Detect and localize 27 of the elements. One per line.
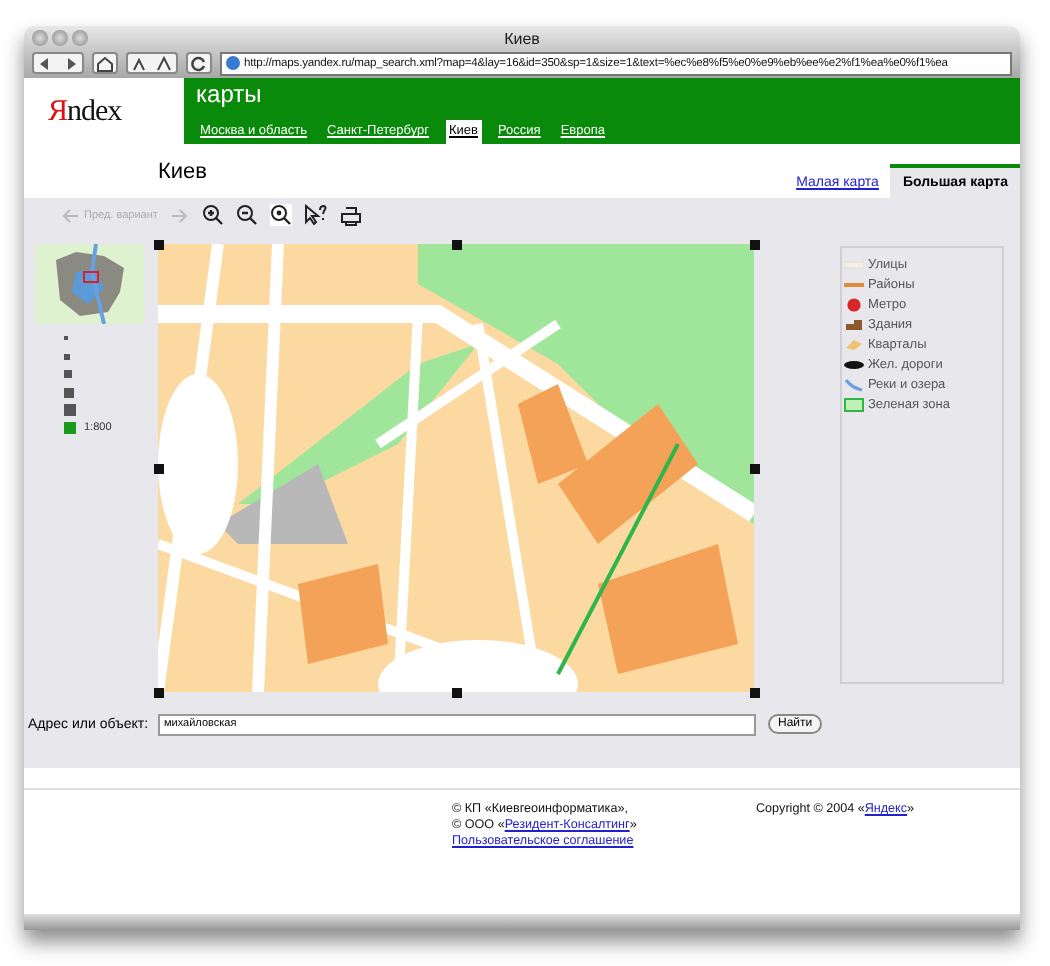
railway-legend-icon[interactable] [844, 358, 864, 372]
zoom-fit-icon[interactable] [269, 204, 292, 226]
building-legend-icon[interactable] [844, 318, 864, 332]
home-button[interactable] [92, 52, 118, 74]
zoom-out-icon[interactable] [235, 204, 258, 226]
metro-legend-icon[interactable] [844, 298, 864, 312]
resize-handle-icon[interactable] [749, 687, 759, 697]
resize-handle-icon[interactable] [451, 239, 461, 249]
resize-handle-icon[interactable] [749, 463, 759, 473]
resize-handle-icon[interactable] [153, 463, 163, 473]
scale-level[interactable] [64, 387, 74, 397]
print-icon[interactable] [339, 205, 362, 225]
logo[interactable]: Яndex [24, 78, 184, 144]
back-forward-button[interactable] [32, 52, 84, 74]
zoom-in-icon[interactable] [201, 204, 224, 226]
city-heading: Киев [158, 160, 208, 188]
text-size-button[interactable] [126, 52, 178, 74]
resize-handle-icon[interactable] [749, 239, 759, 249]
window-title: Киев [504, 29, 540, 47]
scale-level[interactable] [64, 353, 70, 359]
overview-map[interactable] [36, 244, 144, 324]
service-title: карты [196, 80, 264, 108]
resize-handle-icon[interactable] [451, 687, 461, 697]
resize-handle-icon[interactable] [153, 687, 163, 697]
pointer-help-icon[interactable] [303, 204, 328, 226]
reload-button[interactable] [186, 52, 212, 74]
resize-handle-icon[interactable] [153, 239, 163, 249]
